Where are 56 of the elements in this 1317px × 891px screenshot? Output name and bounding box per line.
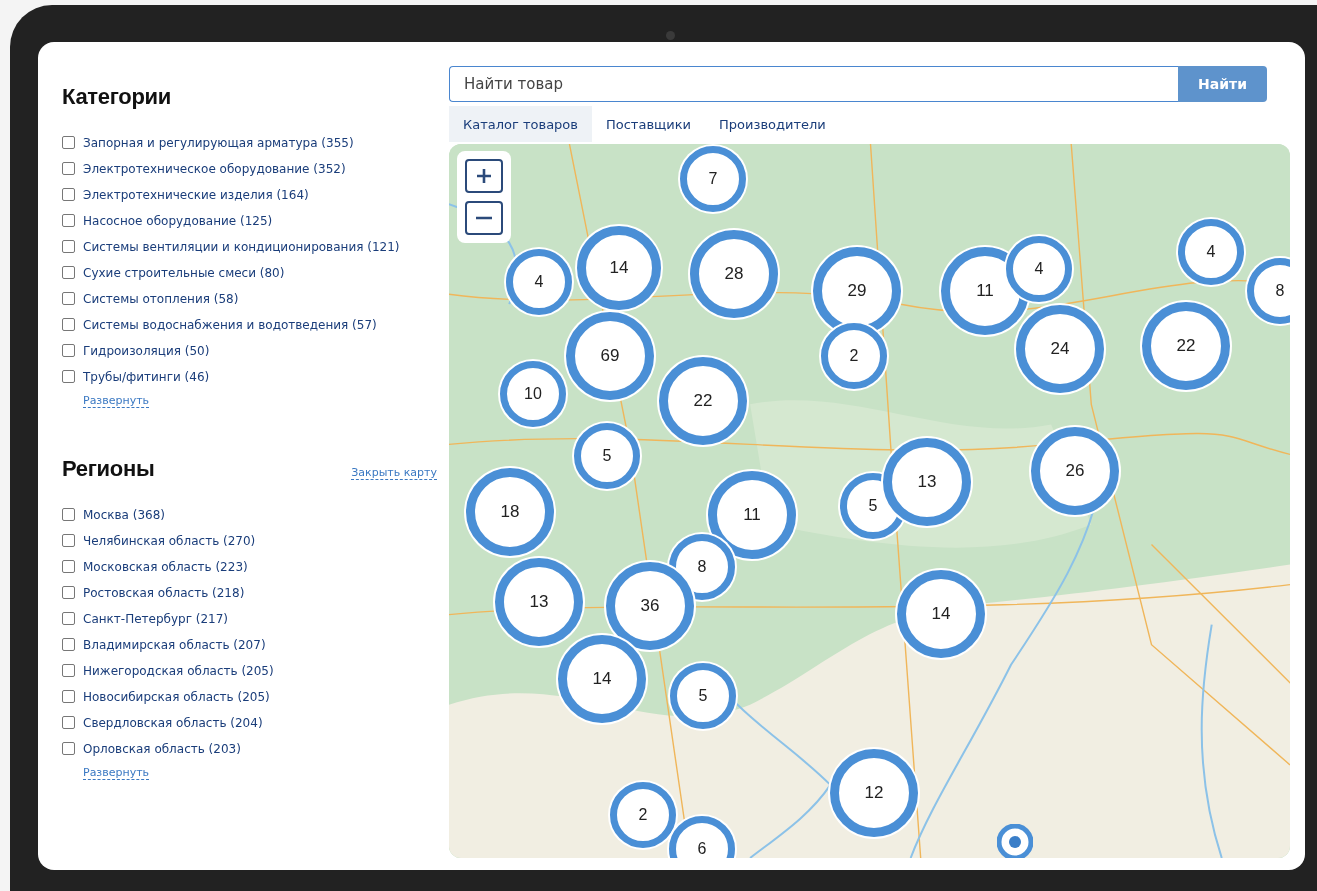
filter-option[interactable]: Системы отопления (58) [83, 290, 239, 308]
checkbox[interactable] [62, 266, 75, 279]
checkbox[interactable] [62, 318, 75, 331]
checkbox[interactable] [62, 534, 75, 547]
checkbox[interactable] [62, 162, 75, 175]
checkbox[interactable] [62, 612, 75, 625]
filter-option[interactable]: Новосибирская область (205) [83, 688, 270, 706]
checkbox[interactable] [62, 188, 75, 201]
minus-icon [475, 216, 493, 220]
checkbox[interactable] [62, 664, 75, 677]
filter-option[interactable]: Москва (368) [83, 506, 166, 524]
checkbox[interactable] [62, 292, 75, 305]
filter-option[interactable]: Трубы/фитинги (46) [83, 368, 210, 386]
checkbox[interactable] [62, 240, 75, 253]
checkbox[interactable] [62, 716, 75, 729]
filter-option[interactable]: Системы водоснабжения и водотведения (57) [83, 316, 377, 334]
checkbox[interactable] [62, 690, 75, 703]
checkbox[interactable] [62, 344, 75, 357]
expand-link[interactable]: Развернуть [83, 766, 150, 780]
filter-option[interactable]: Свердловская область (204) [83, 714, 263, 732]
checkbox[interactable] [62, 508, 75, 521]
camera-icon [666, 31, 675, 40]
filter-option[interactable]: Системы вентиляции и кондиционирования (121) [83, 238, 400, 256]
tab[interactable]: Поставщики [592, 106, 706, 142]
filter-option[interactable]: Ростовская область (218) [83, 584, 245, 602]
filter-option[interactable]: Московская область (223) [83, 558, 248, 576]
checkbox[interactable] [62, 136, 75, 149]
checkbox[interactable] [62, 638, 75, 651]
filter-option[interactable]: Сухие строительные смеси (80) [83, 264, 285, 282]
filter-option[interactable]: Электротехническое оборудование (352) [83, 160, 346, 178]
expand-link[interactable]: Развернуть [83, 394, 150, 408]
section-heading: Регионы [62, 456, 155, 482]
checkbox[interactable] [62, 586, 75, 599]
close-map-link[interactable]: Закрыть карту [351, 466, 437, 480]
cluster-marker[interactable]: 6 [669, 816, 735, 858]
zoom-out-button[interactable] [465, 201, 503, 235]
zoom-in-button[interactable] [465, 159, 503, 193]
plus-icon [475, 167, 493, 185]
tab[interactable]: Производители [705, 106, 840, 142]
filter-option[interactable]: Насосное оборудование (125) [83, 212, 273, 230]
checkbox[interactable] [62, 214, 75, 227]
location-marker-icon[interactable] [997, 824, 1033, 858]
checkbox[interactable] [62, 370, 75, 383]
checkbox[interactable] [62, 742, 75, 755]
filter-option[interactable]: Нижегородская область (205) [83, 662, 274, 680]
filter-option[interactable]: Владимирская область (207) [83, 636, 266, 654]
filter-option[interactable]: Санкт-Петербург (217) [83, 610, 229, 628]
filter-option[interactable]: Электротехнические изделия (164) [83, 186, 309, 204]
filter-option[interactable]: Гидроизоляция (50) [83, 342, 210, 360]
filter-option[interactable]: Орловская область (203) [83, 740, 241, 758]
search-field[interactable]: Найти товар [449, 66, 1178, 102]
section-heading: Категории [62, 84, 172, 110]
filter-option[interactable]: Запорная и регулирующая арматура (355) [83, 134, 354, 152]
tab[interactable]: Каталог товаров [449, 106, 592, 142]
filter-option[interactable]: Челябинская область (270) [83, 532, 256, 550]
checkbox[interactable] [62, 560, 75, 573]
